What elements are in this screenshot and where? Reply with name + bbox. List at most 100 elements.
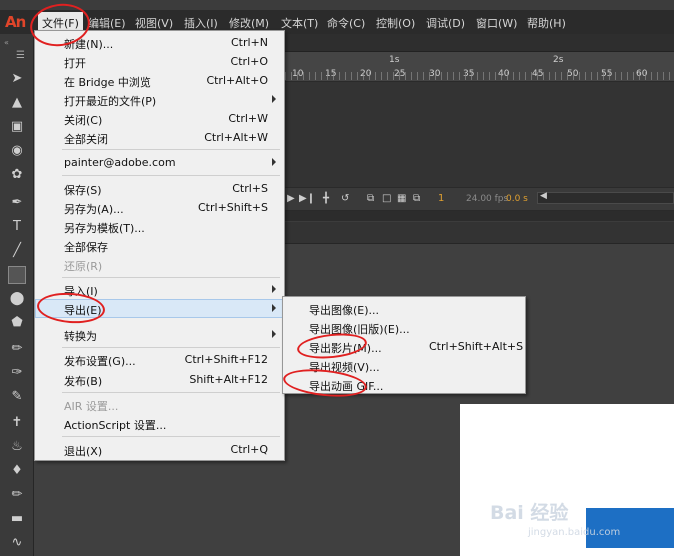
- subselection-tool-icon[interactable]: ▲: [8, 94, 26, 112]
- modify-markers-icon[interactable]: ⧉: [413, 193, 420, 204]
- submenu-arrow-icon: [272, 330, 276, 338]
- menu-item-convert-to[interactable]: 转换为: [35, 325, 284, 344]
- loop-icon[interactable]: ↺: [341, 193, 349, 204]
- ruler-ticks: [285, 72, 674, 80]
- menu-control[interactable]: 控制(O): [376, 15, 415, 31]
- edit-multiple-frames-icon[interactable]: ▦: [397, 193, 406, 204]
- menu-separator: [62, 347, 280, 348]
- menu-commands[interactable]: 命令(C): [327, 15, 365, 31]
- submenu-item-export-image-legacy[interactable]: 导出图像(旧版)(E)...: [283, 318, 525, 337]
- brush-tool-icon[interactable]: ✑: [8, 364, 26, 382]
- menu-item-save-as-template[interactable]: 另存为模板(T)...: [35, 217, 284, 236]
- menu-window[interactable]: 窗口(W): [476, 15, 517, 31]
- menu-item-label: 全部保存: [64, 241, 108, 254]
- menu-item-label: 导出图像(E)...: [309, 304, 380, 317]
- pen-tool-icon[interactable]: ✒: [8, 194, 26, 212]
- scroll-left-icon[interactable]: ◀: [540, 191, 547, 201]
- menu-item-save-as[interactable]: 另存为(A)... Ctrl+Shift+S: [35, 198, 284, 217]
- collapse-icon[interactable]: «: [4, 38, 9, 47]
- menu-item-label: ActionScript 设置...: [64, 419, 167, 432]
- timeline-horizontal-scrollbar[interactable]: [537, 192, 674, 204]
- menu-item-label: 导出视频(V)...: [309, 361, 380, 374]
- menu-item-export[interactable]: 导出(E): [35, 299, 284, 318]
- menu-separator: [62, 392, 280, 393]
- menu-item-close[interactable]: 关闭(C) Ctrl+W: [35, 109, 284, 128]
- menu-item-label: 导出影片(M)...: [309, 342, 382, 355]
- paint-bucket-tool-icon[interactable]: ♨: [8, 438, 26, 456]
- submenu-item-export-animated-gif[interactable]: 导出动画 GIF...: [283, 375, 525, 394]
- submenu-arrow-icon: [272, 304, 276, 312]
- menu-item-label: 导出图像(旧版)(E)...: [309, 323, 410, 336]
- onion-skin-icon[interactable]: ⧉: [367, 193, 374, 204]
- menu-item-new[interactable]: 新建(N)... Ctrl+N: [35, 33, 284, 52]
- timeline-scroll-area: [285, 211, 674, 221]
- menu-item-shortcut: Ctrl+N: [230, 36, 268, 49]
- menu-debug[interactable]: 调试(D): [426, 15, 465, 31]
- submenu-arrow-icon: [272, 158, 276, 166]
- paint-brush-tool-icon[interactable]: ✎: [8, 388, 26, 406]
- menu-item-account[interactable]: painter@adobe.com: [35, 153, 284, 172]
- menu-modify[interactable]: 修改(M): [229, 15, 269, 31]
- menu-item-open[interactable]: 打开 Ctrl+O: [35, 52, 284, 71]
- menu-item-import[interactable]: 导入(I): [35, 280, 284, 299]
- polystar-tool-icon[interactable]: ⬟: [8, 314, 26, 332]
- 3d-rotation-tool-icon[interactable]: ◉: [8, 142, 26, 160]
- lasso-tool-icon[interactable]: ✿: [8, 166, 26, 184]
- menu-text[interactable]: 文本(T): [281, 15, 318, 31]
- center-frame-icon[interactable]: ╋: [323, 193, 329, 204]
- selection-tool-icon[interactable]: ➤: [8, 70, 26, 88]
- submenu-item-export-image[interactable]: 导出图像(E)...: [283, 299, 525, 318]
- menu-item-label: 全部关闭: [64, 133, 108, 146]
- menu-item-save[interactable]: 保存(S) Ctrl+S: [35, 179, 284, 198]
- timeline-frames-area[interactable]: [285, 82, 674, 187]
- onion-outline-icon[interactable]: □: [382, 193, 391, 204]
- line-tool-icon[interactable]: ╱: [8, 242, 26, 260]
- menu-item-close-all[interactable]: 全部关闭 Ctrl+Alt+W: [35, 128, 284, 147]
- frame-rate[interactable]: 24.00 fps: [466, 194, 508, 204]
- menu-item-label: 保存(S): [64, 184, 102, 197]
- menu-insert[interactable]: 插入(I): [184, 15, 218, 31]
- menu-item-open-recent[interactable]: 打开最近的文件(P): [35, 90, 284, 109]
- menu-help[interactable]: 帮助(H): [527, 15, 566, 31]
- menu-item-air-settings: AIR 设置...: [35, 395, 284, 414]
- menu-item-label: 还原(R): [64, 260, 103, 273]
- menu-item-save-all[interactable]: 全部保存: [35, 236, 284, 255]
- menu-item-shortcut: Ctrl+O: [230, 55, 268, 68]
- rectangle-tool-icon[interactable]: [8, 266, 26, 284]
- submenu-item-export-video[interactable]: 导出视频(V)...: [283, 356, 525, 375]
- submenu-item-export-movie[interactable]: 导出影片(M)... Ctrl+Shift+Alt+S: [283, 337, 525, 356]
- menu-item-actionscript-settings[interactable]: ActionScript 设置...: [35, 414, 284, 433]
- file-menu: 新建(N)... Ctrl+N 打开 Ctrl+O 在 Bridge 中浏览 C…: [34, 30, 285, 461]
- menu-item-publish[interactable]: 发布(B) Shift+Alt+F12: [35, 370, 284, 389]
- export-submenu: 导出图像(E)... 导出图像(旧版)(E)... 导出影片(M)... Ctr…: [282, 296, 526, 394]
- menu-view[interactable]: 视图(V): [135, 15, 173, 31]
- timeline-ruler[interactable]: 1s 2s 10 15 20 25 30 35 40 45 50 55 60: [285, 52, 674, 82]
- menu-item-label: 另存为(A)...: [64, 203, 124, 216]
- current-frame[interactable]: 1: [438, 193, 444, 204]
- free-transform-tool-icon[interactable]: ▣: [8, 118, 26, 136]
- oval-tool-icon[interactable]: ⬤: [8, 290, 26, 308]
- pencil-tool-icon[interactable]: ✏: [8, 340, 26, 358]
- menu-item-shortcut: Ctrl+Alt+W: [204, 131, 268, 144]
- step-forward-icon[interactable]: ▶❙: [299, 193, 315, 204]
- ink-bottle-tool-icon[interactable]: ♦: [8, 462, 26, 480]
- bone-tool-icon[interactable]: ✝: [8, 414, 26, 432]
- menu-item-label: 转换为: [64, 330, 97, 343]
- submenu-arrow-icon: [272, 95, 276, 103]
- menu-item-label: 另存为模板(T)...: [64, 222, 145, 235]
- menu-item-publish-settings[interactable]: 发布设置(G)... Ctrl+Shift+F12: [35, 350, 284, 369]
- eyedropper-tool-icon[interactable]: ✏: [8, 486, 26, 504]
- width-tool-icon[interactable]: ∿: [8, 534, 26, 552]
- menu-item-label: 导出动画 GIF...: [309, 380, 384, 393]
- panel-menu-icon[interactable]: ☰: [16, 50, 25, 61]
- menu-item-revert: 还原(R): [35, 255, 284, 274]
- text-tool-icon[interactable]: T: [8, 218, 26, 236]
- animate-app-window: An 文件(F) 编辑(E) 视图(V) 插入(I) 修改(M) 文本(T) 命…: [0, 0, 674, 556]
- eraser-tool-icon[interactable]: ▬: [8, 510, 26, 528]
- menu-item-browse-in-bridge[interactable]: 在 Bridge 中浏览 Ctrl+Alt+O: [35, 71, 284, 90]
- menu-item-exit[interactable]: 退出(X) Ctrl+Q: [35, 440, 284, 459]
- play-icon[interactable]: ▶: [287, 193, 295, 204]
- menu-item-shortcut: Ctrl+W: [228, 112, 268, 125]
- menu-edit[interactable]: 编辑(E): [88, 15, 126, 31]
- menu-separator: [62, 277, 280, 278]
